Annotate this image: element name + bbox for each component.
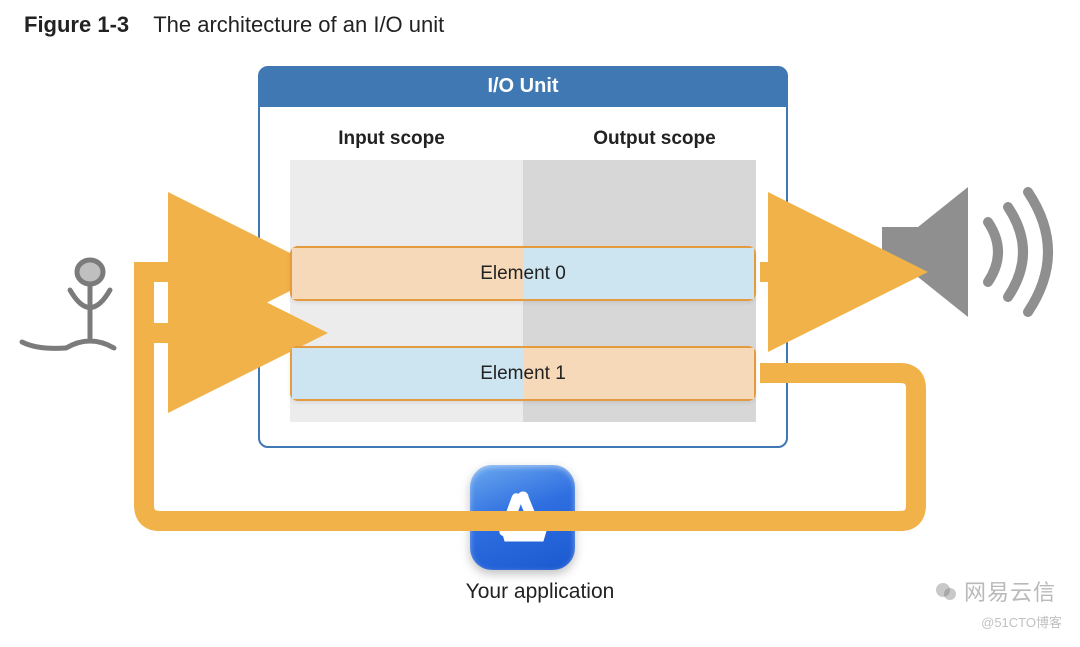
watermark-primary: 网易云信: [934, 575, 1056, 607]
io-unit-container: I/O Unit Input scope Output scope Elemen…: [258, 66, 788, 448]
watermark-secondary: @51CTO博客: [981, 612, 1062, 631]
figure-prefix: Figure 1-3: [24, 12, 129, 37]
figure-caption: Figure 1-3 The architecture of an I/O un…: [24, 12, 444, 38]
application-label: Your application: [0, 580, 1080, 604]
element-0-label: Element 0: [292, 248, 754, 299]
figure-title-text: The architecture of an I/O unit: [153, 12, 444, 37]
element-0: Element 0: [290, 246, 756, 301]
element-1: Element 1: [290, 346, 756, 401]
element-1-label: Element 1: [292, 348, 754, 399]
speaker-icon: [880, 172, 1060, 332]
app-glyph-icon: [488, 483, 558, 553]
microphone-icon: [18, 250, 138, 370]
wechat-icon: [934, 580, 958, 604]
application-icon: [470, 465, 575, 570]
output-scope-label: Output scope: [523, 128, 786, 150]
io-unit-header: I/O Unit: [260, 68, 786, 107]
input-scope-label: Input scope: [260, 128, 523, 150]
